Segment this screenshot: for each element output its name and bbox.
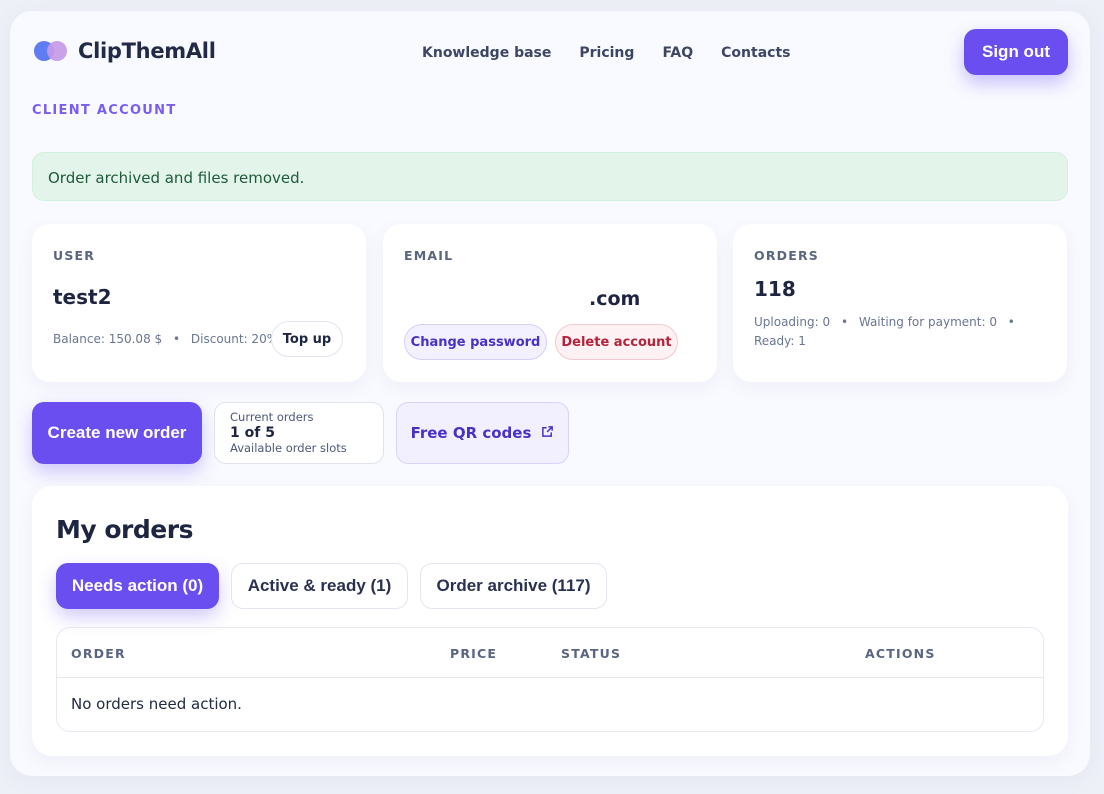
section-label: CLIENT ACCOUNT — [32, 103, 177, 118]
brand-name: ClipThemAll — [78, 39, 216, 63]
delete-account-button[interactable]: Delete account — [555, 324, 678, 360]
slots-value: 1 of 5 — [230, 425, 275, 441]
change-password-button[interactable]: Change password — [404, 324, 547, 360]
empty-state-message: No orders need action. — [71, 695, 242, 713]
create-order-button[interactable]: Create new order — [32, 402, 202, 464]
orders-count: 118 — [754, 277, 796, 301]
tab-needs-action[interactable]: Needs action (0) — [56, 563, 219, 609]
orders-breakdown: Uploading: 0 • Waiting for payment: 0 • … — [754, 313, 1054, 351]
email-card-label: EMAIL — [404, 248, 454, 263]
tab-order-archive[interactable]: Order archive (117) — [420, 563, 607, 609]
column-price: PRICE — [450, 646, 498, 661]
order-slots-info: Current orders 1 of 5 Available order sl… — [214, 402, 384, 464]
nav-faq[interactable]: FAQ — [662, 45, 693, 61]
table-header: ORDER PRICE STATUS ACTIONS — [57, 628, 1043, 678]
bullet-separator: • — [840, 315, 849, 329]
free-qr-codes-link[interactable]: Free QR codes — [396, 402, 569, 464]
external-link-icon — [541, 424, 554, 442]
user-card: USER test2 Balance: 150.08 $ • Discount:… — [32, 224, 366, 382]
slots-subtitle: Available order slots — [230, 441, 347, 455]
brand-logo[interactable]: ClipThemAll — [34, 39, 216, 63]
nav-contacts[interactable]: Contacts — [721, 45, 790, 61]
balance-line: Balance: 150.08 $ • Discount: 20% — [53, 332, 278, 346]
user-card-label: USER — [53, 248, 96, 263]
logo-mark-icon — [34, 40, 70, 62]
sign-out-button[interactable]: Sign out — [964, 29, 1068, 75]
success-alert: Order archived and files removed. — [32, 152, 1068, 201]
nav-pricing[interactable]: Pricing — [579, 45, 634, 61]
bullet-separator: • — [1007, 315, 1015, 329]
orders-card: ORDERS 118 Uploading: 0 • Waiting for pa… — [733, 224, 1067, 382]
column-status: STATUS — [561, 646, 622, 661]
bullet-separator: • — [172, 332, 181, 346]
column-order: ORDER — [71, 646, 126, 661]
main-nav: Knowledge base Pricing FAQ Contacts — [422, 45, 790, 61]
username: test2 — [53, 285, 112, 309]
tab-active-ready[interactable]: Active & ready (1) — [231, 563, 408, 609]
my-orders-title: My orders — [56, 515, 193, 544]
balance-value: Balance: 150.08 $ — [53, 332, 163, 346]
my-orders-panel: My orders Needs action (0) Active & read… — [32, 486, 1068, 756]
column-actions: ACTIONS — [865, 646, 936, 661]
slots-title: Current orders — [230, 410, 314, 424]
discount-value: Discount: 20% — [190, 332, 279, 346]
email-value: .com — [589, 288, 641, 310]
app-shell: ClipThemAll Knowledge base Pricing FAQ C… — [10, 11, 1090, 776]
email-card: EMAIL .com Change password Delete accoun… — [383, 224, 717, 382]
qr-codes-label: Free QR codes — [410, 424, 532, 442]
top-up-button[interactable]: Top up — [271, 321, 343, 357]
ready-count: Ready: 1 — [754, 334, 806, 348]
orders-table: ORDER PRICE STATUS ACTIONS No orders nee… — [56, 627, 1044, 732]
uploading-count: Uploading: 0 — [754, 315, 831, 329]
waiting-payment-count: Waiting for payment: 0 — [858, 315, 997, 329]
nav-knowledge-base[interactable]: Knowledge base — [422, 45, 551, 61]
orders-card-label: ORDERS — [754, 248, 819, 263]
